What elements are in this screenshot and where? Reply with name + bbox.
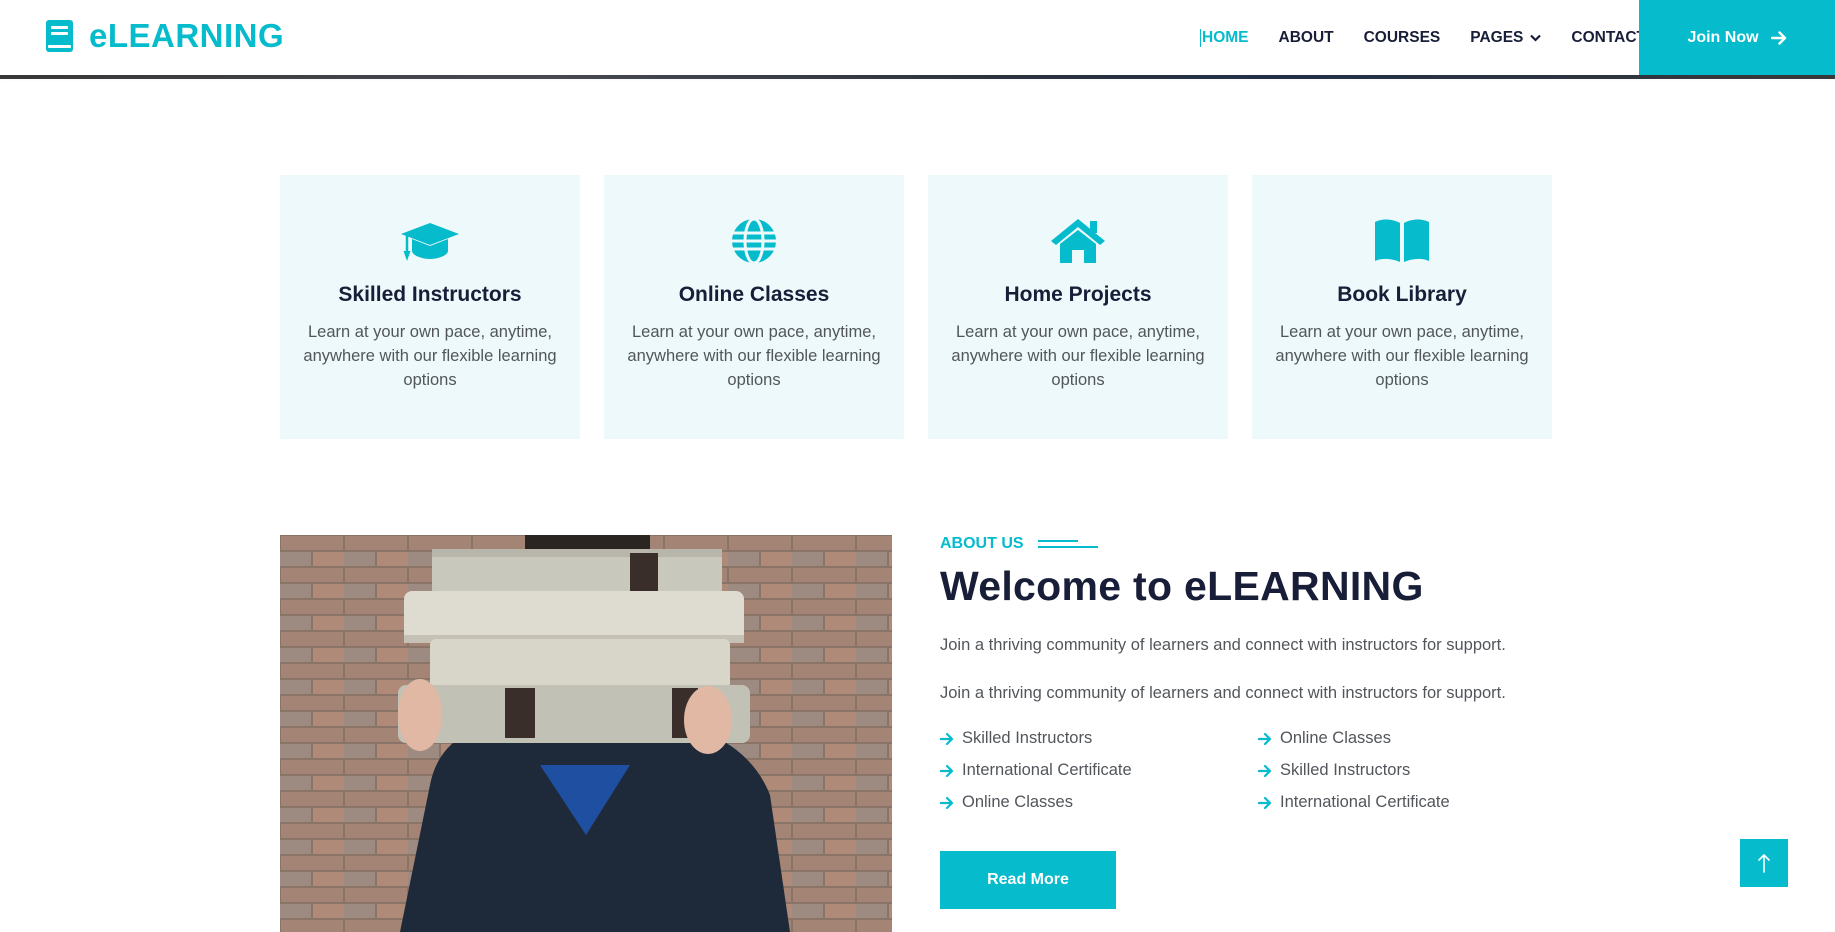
service-title: Book Library bbox=[1337, 283, 1467, 306]
service-text: Learn at your own pace, anytime, anywher… bbox=[1275, 323, 1529, 389]
graduation-cap-icon bbox=[401, 223, 459, 261]
arrow-up-icon bbox=[1758, 854, 1770, 873]
feature-item: International Certificate bbox=[1258, 790, 1558, 815]
service-text: Learn at your own pace, anytime, anywher… bbox=[951, 323, 1205, 389]
feature-label: Skilled Instructors bbox=[1280, 761, 1411, 779]
brand-name: eLEARNING bbox=[89, 17, 285, 54]
chevron-down-icon bbox=[1530, 34, 1542, 42]
services-section: Skilled Instructors Learn at your own pa… bbox=[280, 175, 1552, 439]
feature-list: Skilled Instructors Online Classes Inter… bbox=[940, 726, 1560, 815]
arrow-right-icon bbox=[1258, 764, 1272, 777]
service-text: Learn at your own pace, anytime, anywher… bbox=[627, 323, 881, 389]
feature-label: Online Classes bbox=[962, 793, 1073, 811]
nav-about[interactable]: ABOUT bbox=[1279, 29, 1334, 47]
feature-item: Skilled Instructors bbox=[940, 726, 1258, 751]
arrow-right-icon bbox=[940, 764, 954, 777]
books-photo bbox=[280, 535, 892, 932]
feature-item: Online Classes bbox=[1258, 726, 1558, 751]
book-open-icon bbox=[1375, 219, 1429, 262]
nav-pages[interactable]: PAGES bbox=[1470, 28, 1542, 47]
feature-label: Online Classes bbox=[1280, 729, 1391, 747]
eyebrow-label: ABOUT US bbox=[940, 535, 1024, 552]
arrow-right-icon bbox=[1258, 796, 1272, 809]
service-title: Skilled Instructors bbox=[338, 283, 522, 306]
arrow-right-icon bbox=[940, 732, 954, 745]
read-more-button[interactable]: Read More bbox=[940, 851, 1116, 909]
navbar: eLEARNING HOME ABOUT COURSES PAGES CONTA… bbox=[0, 0, 1835, 75]
join-now-button[interactable]: Join Now bbox=[1639, 0, 1835, 75]
feature-label: International Certificate bbox=[1280, 793, 1450, 811]
feature-label: Skilled Instructors bbox=[962, 729, 1093, 747]
feature-label: International Certificate bbox=[962, 761, 1132, 779]
service-card: Online Classes Learn at your own pace, a… bbox=[604, 175, 904, 439]
section-eyebrow: ABOUT US bbox=[940, 535, 1560, 553]
service-title: Online Classes bbox=[678, 283, 830, 306]
nav-home[interactable]: HOME bbox=[1200, 28, 1249, 47]
service-card: Book Library Learn at your own pace, any… bbox=[1252, 175, 1552, 439]
nav-pages-label: PAGES bbox=[1470, 28, 1524, 46]
nav-courses[interactable]: COURSES bbox=[1364, 29, 1441, 47]
about-title: Welcome to eLEARNING bbox=[940, 563, 1424, 609]
globe-icon bbox=[732, 217, 776, 265]
decorative-lines-icon bbox=[1037, 540, 1098, 548]
book-icon bbox=[46, 20, 73, 52]
feature-item: Online Classes bbox=[940, 790, 1258, 815]
about-paragraph: Join a thriving community of learners an… bbox=[940, 636, 1506, 654]
nav-contact[interactable]: CONTACT bbox=[1571, 29, 1646, 47]
back-to-top-button[interactable] bbox=[1740, 839, 1788, 887]
home-icon bbox=[1051, 219, 1105, 263]
about-paragraph: Join a thriving community of learners an… bbox=[940, 684, 1506, 702]
join-now-label: Join Now bbox=[1687, 28, 1759, 46]
service-card: Skilled Instructors Learn at your own pa… bbox=[280, 175, 580, 439]
about-image bbox=[280, 535, 892, 932]
service-title: Home Projects bbox=[1004, 283, 1152, 306]
service-text: Learn at your own pace, anytime, anywher… bbox=[303, 323, 557, 389]
arrow-right-icon bbox=[1258, 732, 1272, 745]
feature-item: International Certificate bbox=[940, 758, 1258, 783]
brand-logo[interactable]: eLEARNING bbox=[45, 17, 284, 55]
arrow-right-icon bbox=[940, 796, 954, 809]
arrow-right-icon bbox=[1770, 30, 1786, 45]
service-card: Home Projects Learn at your own pace, an… bbox=[928, 175, 1228, 439]
main-nav: HOME ABOUT COURSES PAGES CONTACT bbox=[1200, 0, 1676, 75]
feature-item: Skilled Instructors bbox=[1258, 758, 1558, 783]
about-section: ABOUT US Welcome to eLEARNING Join a thr… bbox=[940, 535, 1560, 909]
